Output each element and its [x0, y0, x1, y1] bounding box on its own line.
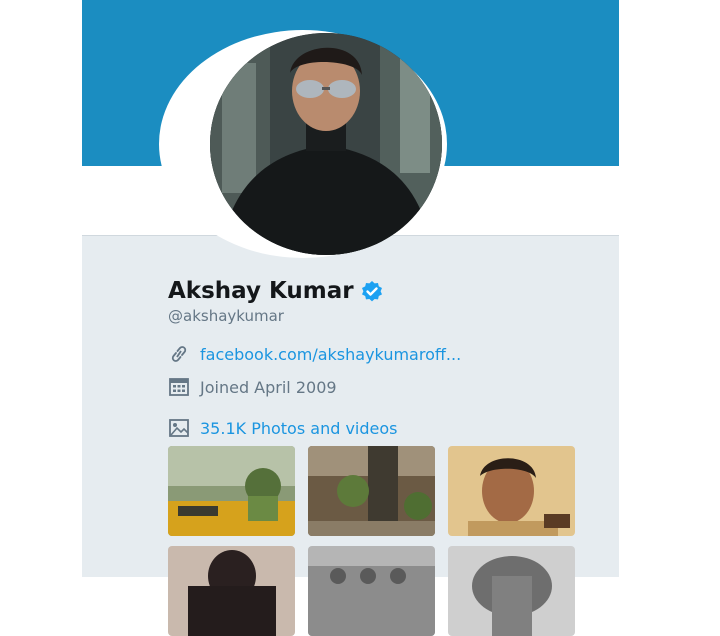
- avatar[interactable]: [210, 33, 442, 255]
- media-grid: [168, 446, 578, 636]
- media-thumbnail[interactable]: [448, 546, 575, 636]
- calendar-icon: [168, 377, 190, 397]
- joined-row: Joined April 2009: [168, 377, 337, 397]
- name-row: Akshay Kumar: [168, 278, 384, 304]
- joined-date: Joined April 2009: [200, 377, 337, 397]
- media-link[interactable]: 35.1K Photos and videos: [200, 419, 398, 438]
- media-thumbnail[interactable]: [448, 446, 575, 536]
- media-row: 35.1K Photos and videos: [168, 418, 398, 438]
- media-thumbnail[interactable]: [168, 446, 295, 536]
- verified-badge-icon: [360, 279, 384, 303]
- media-thumbnail[interactable]: [308, 446, 435, 536]
- image-icon: [168, 418, 190, 438]
- link-icon: [168, 344, 190, 364]
- profile-card: Akshay Kumar @akshaykumar facebook.com/a…: [82, 0, 619, 636]
- profile-name[interactable]: Akshay Kumar: [168, 278, 354, 304]
- profile-handle: @akshaykumar: [168, 307, 284, 325]
- media-thumbnail[interactable]: [168, 546, 295, 636]
- website-row: facebook.com/akshaykumaroff...: [168, 344, 461, 364]
- website-link[interactable]: facebook.com/akshaykumaroff...: [200, 345, 461, 364]
- media-thumbnail[interactable]: [308, 546, 435, 636]
